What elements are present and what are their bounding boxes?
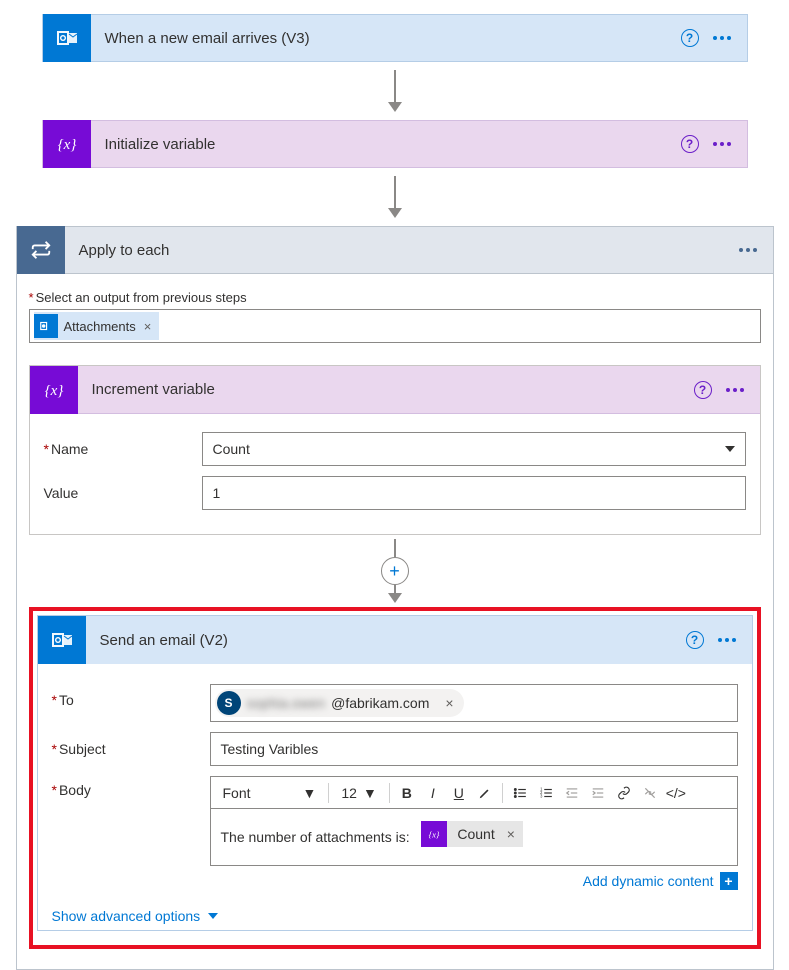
subject-label: *Subject: [52, 741, 210, 757]
svg-text:{x}: {x}: [429, 829, 440, 839]
count-variable-token[interactable]: {x} Count ×: [421, 821, 523, 847]
increment-variable-card: {x} Increment variable ? *Name Count: [29, 365, 761, 535]
font-select[interactable]: Font▼: [217, 785, 323, 801]
increment-variable-title: Increment variable: [78, 381, 694, 398]
underline-button[interactable]: U: [448, 781, 470, 805]
attachments-token[interactable]: Attachments ×: [34, 312, 160, 340]
font-size-select[interactable]: 12▼: [335, 785, 382, 801]
to-label: *To: [52, 684, 210, 708]
menu-icon[interactable]: [718, 638, 736, 642]
unlink-button[interactable]: [639, 781, 661, 805]
avatar: S: [217, 691, 241, 715]
help-icon[interactable]: ?: [686, 631, 704, 649]
init-variable-title: Initialize variable: [91, 136, 681, 153]
trigger-title: When a new email arrives (V3): [91, 30, 681, 47]
name-label: *Name: [44, 441, 202, 457]
arrow-connector: [0, 62, 789, 120]
send-email-title: Send an email (V2): [86, 632, 686, 649]
number-list-button[interactable]: 123: [535, 781, 557, 805]
help-icon[interactable]: ?: [681, 135, 699, 153]
name-select[interactable]: Count: [202, 432, 746, 466]
variable-icon: {x}: [43, 120, 91, 168]
apply-to-each-title: Apply to each: [65, 242, 739, 259]
arrow-connector: [0, 168, 789, 226]
loop-icon: [17, 226, 65, 274]
help-icon[interactable]: ?: [681, 29, 699, 47]
link-button[interactable]: [613, 781, 635, 805]
add-dynamic-content-button[interactable]: +: [720, 872, 738, 890]
show-advanced-options-link[interactable]: Show advanced options: [52, 908, 738, 924]
to-input[interactable]: S sophia.owen @fabrikam.com ×: [210, 684, 738, 722]
token-label: Attachments: [64, 319, 136, 334]
select-output-label: *Select an output from previous steps: [29, 290, 761, 305]
menu-icon[interactable]: [739, 248, 757, 252]
italic-button[interactable]: I: [422, 781, 444, 805]
indent-button[interactable]: [587, 781, 609, 805]
apply-to-each-body: *Select an output from previous steps At…: [16, 274, 774, 970]
menu-icon[interactable]: [713, 142, 731, 146]
trigger-card[interactable]: When a new email arrives (V3) ?: [42, 14, 748, 62]
outdent-button[interactable]: [561, 781, 583, 805]
variable-icon: {x}: [30, 366, 78, 414]
send-email-header[interactable]: Send an email (V2) ?: [38, 616, 752, 664]
variable-icon: {x}: [421, 821, 447, 847]
body-editor[interactable]: The number of attachments is: {x} Count …: [210, 808, 738, 866]
svg-text:3: 3: [540, 793, 543, 798]
outlook-icon: [38, 616, 86, 664]
color-button[interactable]: [474, 781, 496, 805]
recipient-name-masked: sophia.owen: [247, 695, 326, 711]
value-label: Value: [44, 485, 202, 501]
value-input[interactable]: 1: [202, 476, 746, 510]
menu-icon[interactable]: [713, 36, 731, 40]
send-email-highlight: Send an email (V2) ? *To S soph: [29, 607, 761, 949]
recipient-chip[interactable]: S sophia.owen @fabrikam.com ×: [215, 689, 464, 717]
add-action-button[interactable]: +: [381, 557, 409, 585]
increment-variable-header[interactable]: {x} Increment variable ?: [30, 366, 760, 414]
remove-token-icon[interactable]: ×: [144, 319, 152, 334]
menu-icon[interactable]: [726, 388, 744, 392]
body-label: *Body: [52, 776, 210, 798]
subject-input[interactable]: Testing Varibles: [210, 732, 738, 766]
chevron-down-icon: [725, 446, 735, 452]
add-dynamic-content-link[interactable]: Add dynamic content: [583, 873, 714, 889]
svg-text:{x}: {x}: [44, 383, 63, 399]
recipient-domain: @fabrikam.com: [331, 695, 429, 711]
remove-recipient-icon[interactable]: ×: [445, 695, 453, 711]
remove-token-icon[interactable]: ×: [507, 826, 515, 842]
svg-text:{x}: {x}: [57, 137, 76, 153]
apply-to-each-card[interactable]: Apply to each: [16, 226, 774, 274]
bullet-list-button[interactable]: [509, 781, 531, 805]
body-text: The number of attachments is:: [221, 829, 410, 845]
chevron-down-icon: [208, 913, 218, 919]
rte-toolbar: Font▼ 12▼ B I U: [210, 776, 738, 808]
select-output-input[interactable]: Attachments ×: [29, 309, 761, 343]
outlook-icon: [43, 14, 91, 62]
help-icon[interactable]: ?: [694, 381, 712, 399]
bold-button[interactable]: B: [396, 781, 418, 805]
outlook-icon: [34, 314, 58, 338]
add-action-connector: +: [29, 535, 761, 607]
code-view-button[interactable]: </>: [665, 781, 687, 805]
init-variable-card[interactable]: {x} Initialize variable ?: [42, 120, 748, 168]
